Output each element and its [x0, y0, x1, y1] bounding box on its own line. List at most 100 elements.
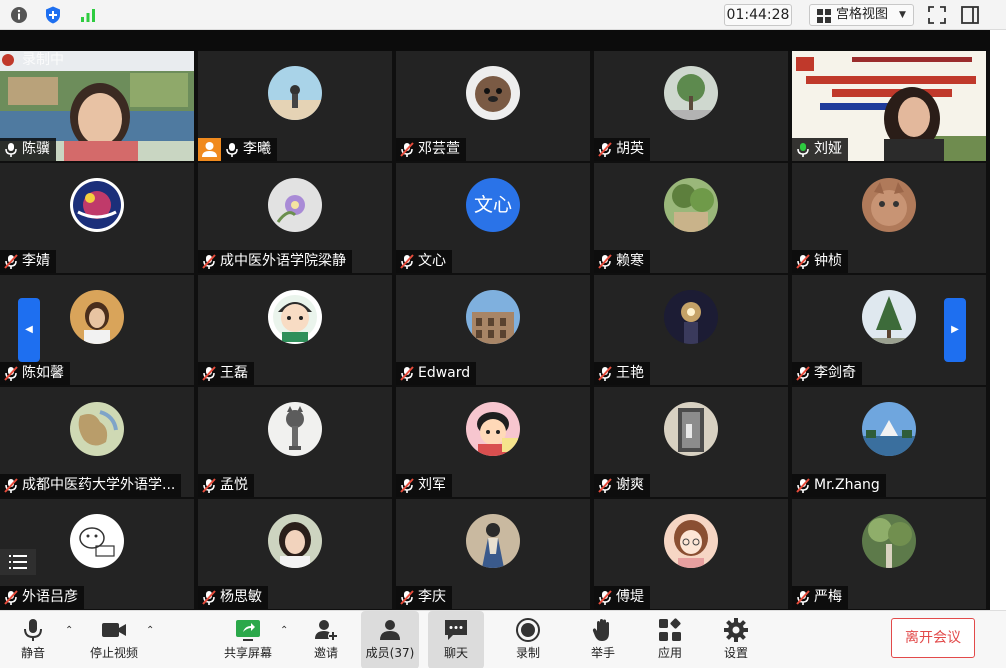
- stop-video-button[interactable]: 停止视频: [86, 611, 142, 668]
- invite-button[interactable]: 邀请: [306, 611, 346, 668]
- sidebar-toggle-icon[interactable]: [960, 5, 980, 25]
- participant-avatar: [268, 290, 322, 344]
- participant-tile-zhongzhen[interactable]: 钟桢: [792, 163, 986, 273]
- participant-tile-laihan[interactable]: 赖寒: [594, 163, 788, 273]
- add-user-icon: [313, 617, 339, 643]
- mute-button[interactable]: 静音: [12, 611, 54, 668]
- host-badge: [198, 138, 221, 161]
- participant-tile-edward[interactable]: Edward: [396, 275, 590, 385]
- participant-tile-yangsimin[interactable]: 杨思敏: [198, 499, 392, 609]
- participant-name: 胡英: [594, 138, 650, 161]
- participant-avatar: [664, 514, 718, 568]
- participant-avatar: [268, 66, 322, 120]
- participant-list-toggle[interactable]: [0, 549, 36, 575]
- participant-tile-fudi[interactable]: 傅堤: [594, 499, 788, 609]
- participant-tile-liangjing[interactable]: 成中医外语学院梁静: [198, 163, 392, 273]
- participant-tile-liuya[interactable]: 刘娅: [792, 51, 986, 161]
- participant-name: 王艳: [594, 362, 650, 385]
- participant-tile-cdutcm-foreign[interactable]: 成都中医药大学外语学...: [0, 387, 194, 497]
- chat-bubble-icon: [443, 617, 469, 643]
- participant-name: 李剑奇: [792, 362, 862, 385]
- participant-tile-dengyunxuan[interactable]: 邓芸萱: [396, 51, 590, 161]
- apps-icon: [657, 617, 683, 643]
- participant-avatar: [862, 290, 916, 344]
- share-screen-icon: [235, 617, 261, 643]
- participant-name: 谢爽: [594, 474, 650, 497]
- participant-name: Edward: [396, 362, 477, 385]
- participant-name: 杨思敏: [198, 586, 268, 609]
- previous-page-button[interactable]: ◀: [18, 298, 40, 362]
- mute-options-chevron-icon[interactable]: ⌃: [65, 625, 75, 636]
- chat-button[interactable]: 聊天: [428, 611, 484, 668]
- participant-avatar: [862, 514, 916, 568]
- participant-tile-mengyue[interactable]: 孟悦: [198, 387, 392, 497]
- mic-muted-icon: [400, 254, 414, 269]
- participant-avatar: [862, 178, 916, 232]
- share-options-chevron-icon[interactable]: ⌃: [280, 625, 290, 636]
- grid-view-icon: [817, 9, 831, 30]
- next-page-button[interactable]: ▶: [944, 298, 966, 362]
- participant-avatar: [466, 402, 520, 456]
- participant-name: 刘娅: [792, 138, 848, 161]
- view-mode-button[interactable]: 宫格视图 ▼: [809, 4, 914, 26]
- participant-tile-liujun[interactable]: 刘军: [396, 387, 590, 497]
- participant-name: 李婧: [0, 250, 56, 273]
- participant-name: 李曦: [221, 138, 277, 161]
- participant-avatar: [268, 402, 322, 456]
- mic-muted-icon: [400, 478, 414, 493]
- participant-tile-xieshuang[interactable]: 谢爽: [594, 387, 788, 497]
- participant-avatar: [70, 290, 124, 344]
- participant-avatar: [664, 402, 718, 456]
- hand-icon: [590, 617, 616, 643]
- participant-avatar: [466, 290, 520, 344]
- participant-tile-wenxin[interactable]: 文心 文心: [396, 163, 590, 273]
- participant-tile-lijing[interactable]: 李婧: [0, 163, 194, 273]
- window-edge: [990, 30, 1006, 610]
- mic-muted-icon: [202, 478, 216, 493]
- share-screen-button[interactable]: 共享屏幕: [220, 611, 276, 668]
- info-icon[interactable]: [9, 5, 29, 25]
- participant-name: 陈如馨: [0, 362, 70, 385]
- shield-icon[interactable]: [43, 5, 63, 25]
- participant-tile-chenji[interactable]: 录制中 陈骥: [0, 51, 194, 161]
- signal-icon[interactable]: [78, 5, 98, 25]
- participant-name: 成都中医药大学外语学...: [0, 474, 182, 497]
- record-icon: [515, 617, 541, 643]
- participant-tile-liqing[interactable]: 李庆: [396, 499, 590, 609]
- participant-name: 刘军: [396, 474, 452, 497]
- mic-muted-icon: [4, 590, 18, 605]
- participant-name: 成中医外语学院梁静: [198, 250, 352, 273]
- leave-meeting-button[interactable]: 离开会议: [891, 618, 975, 658]
- mic-on-icon: [4, 142, 18, 157]
- participant-name: Mr.Zhang: [792, 474, 886, 497]
- members-button[interactable]: 成员(37): [361, 611, 419, 668]
- chevron-right-icon: ▶: [951, 324, 959, 335]
- participant-tile-wanglei[interactable]: 王磊: [198, 275, 392, 385]
- mic-muted-icon: [598, 366, 612, 381]
- participant-name: 钟桢: [792, 250, 848, 273]
- record-button[interactable]: 录制: [508, 611, 548, 668]
- mic-muted-icon: [598, 142, 612, 157]
- fullscreen-icon[interactable]: [927, 5, 947, 25]
- participant-tile-wangyan[interactable]: 王艳: [594, 275, 788, 385]
- recording-label: 录制中: [22, 52, 64, 68]
- participant-initials-avatar: 文心: [466, 178, 520, 232]
- raise-hand-button[interactable]: 举手: [583, 611, 623, 668]
- apps-button[interactable]: 应用: [650, 611, 690, 668]
- members-icon: [377, 617, 403, 643]
- participant-tile-yanmei[interactable]: 严梅: [792, 499, 986, 609]
- mic-muted-icon: [796, 366, 810, 381]
- participant-tile-huying[interactable]: 胡英: [594, 51, 788, 161]
- participant-avatar: [664, 66, 718, 120]
- participant-name: 傅堤: [594, 586, 650, 609]
- mic-muted-icon: [400, 590, 414, 605]
- view-mode-label: 宫格视图: [836, 7, 889, 22]
- participant-tile-mrzhang[interactable]: Mr.Zhang: [792, 387, 986, 497]
- participant-tile-lixi[interactable]: 李曦: [198, 51, 392, 161]
- video-options-chevron-icon[interactable]: ⌃: [146, 625, 156, 636]
- participant-avatar: [70, 178, 124, 232]
- settings-button[interactable]: 设置: [716, 611, 756, 668]
- mic-muted-icon: [598, 590, 612, 605]
- participant-name: 孟悦: [198, 474, 254, 497]
- mic-muted-icon: [598, 254, 612, 269]
